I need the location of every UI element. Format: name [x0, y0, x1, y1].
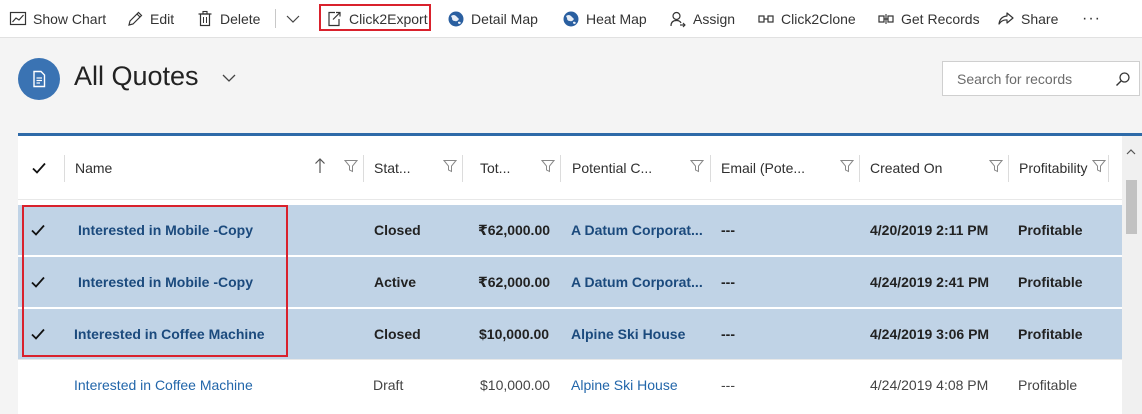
email-cell: --- — [721, 222, 735, 238]
assign-button[interactable]: Assign — [669, 0, 735, 37]
created-on-cell: 4/24/2019 2:41 PM — [870, 274, 990, 290]
quote-entity-icon — [18, 58, 60, 100]
column-header-status[interactable]: Stat... — [374, 136, 411, 199]
command-divider — [275, 9, 276, 28]
row-checkbox[interactable] — [30, 222, 46, 238]
filter-icon[interactable] — [840, 159, 854, 173]
command-bar: Show Chart Edit Delete Click2Export Deta… — [0, 0, 1142, 38]
table-row[interactable]: Interested in Mobile -Copy Closed ₹62,00… — [18, 205, 1122, 255]
click2clone-button[interactable]: Click2Clone — [757, 0, 856, 37]
column-header-potential-customer[interactable]: Potential C... — [572, 136, 652, 199]
clone-icon — [757, 10, 775, 28]
select-all-checkbox[interactable] — [31, 136, 47, 199]
chart-icon — [9, 10, 27, 28]
row-checkbox[interactable] — [30, 274, 46, 290]
share-button[interactable]: Share — [997, 0, 1058, 37]
export-icon — [325, 10, 343, 28]
records-icon — [877, 10, 895, 28]
globe-icon — [562, 10, 580, 28]
show-chart-button[interactable]: Show Chart — [9, 0, 106, 37]
email-cell: --- — [721, 326, 735, 342]
view-selector-chevron[interactable] — [221, 70, 237, 86]
row-checkbox[interactable] — [30, 326, 46, 342]
person-icon — [669, 10, 687, 28]
created-on-cell: 4/20/2019 2:11 PM — [870, 222, 989, 238]
filter-icon[interactable] — [989, 159, 1003, 173]
potential-customer-link[interactable]: Alpine Ski House — [571, 309, 685, 359]
total-cell: ₹62,000.00 — [478, 273, 551, 290]
table-row[interactable]: Interested in Coffee Machine Draft $10,0… — [18, 360, 1122, 410]
quote-name-link[interactable]: Interested in Mobile -Copy — [78, 257, 253, 307]
records-grid: Name Stat... Tot... Potential C... Email… — [18, 133, 1142, 414]
profitability-cell: Profitable — [1018, 377, 1078, 393]
table-row[interactable]: Interested in Mobile -Copy Active ₹62,00… — [18, 257, 1122, 307]
search-input[interactable] — [955, 70, 1109, 88]
filter-icon[interactable] — [443, 159, 457, 173]
pencil-icon — [126, 10, 144, 28]
checkmark-icon — [32, 162, 46, 174]
status-cell: Draft — [373, 377, 404, 393]
status-cell: Active — [374, 274, 417, 290]
share-icon — [997, 10, 1015, 28]
get-records-button[interactable]: Get Records — [877, 0, 980, 37]
filter-icon[interactable] — [344, 159, 358, 173]
scroll-up-icon[interactable] — [1124, 146, 1138, 158]
column-header-total[interactable]: Tot... — [480, 136, 510, 199]
sort-ascending-icon[interactable] — [314, 157, 326, 175]
total-cell: $10,000.00 — [480, 377, 551, 393]
potential-customer-link[interactable]: A Datum Corporat... — [571, 257, 703, 307]
page-title: All Quotes — [74, 61, 199, 91]
click2export-button[interactable]: Click2Export — [325, 0, 428, 37]
column-header-created-on[interactable]: Created On — [870, 136, 942, 199]
detail-map-button[interactable]: Detail Map — [447, 0, 538, 37]
created-on-cell: 4/24/2019 4:08 PM — [870, 377, 989, 393]
scrollbar-thumb[interactable] — [1126, 180, 1137, 234]
grid-header: Name Stat... Tot... Potential C... Email… — [18, 136, 1142, 200]
chevron-down-icon — [284, 10, 302, 28]
potential-customer-link[interactable]: Alpine Ski House — [571, 360, 678, 410]
status-cell: Closed — [374, 222, 421, 238]
filter-icon[interactable] — [1092, 159, 1106, 173]
search-box — [942, 61, 1140, 96]
quote-name-link[interactable]: Interested in Coffee Machine — [74, 360, 253, 410]
column-header-email[interactable]: Email (Pote... — [721, 136, 805, 199]
table-row[interactable]: Interested in Coffee Machine Closed $10,… — [18, 309, 1122, 359]
quote-name-link[interactable]: Interested in Coffee Machine — [74, 309, 265, 359]
heat-map-button[interactable]: Heat Map — [562, 0, 647, 37]
search-icon[interactable] — [1115, 71, 1131, 87]
profitability-cell: Profitable — [1018, 274, 1083, 290]
column-header-profitability[interactable]: Profitability — [1019, 136, 1087, 199]
created-on-cell: 4/24/2019 3:06 PM — [870, 326, 990, 342]
globe-icon — [447, 10, 465, 28]
profitability-cell: Profitable — [1018, 326, 1083, 342]
vertical-scrollbar[interactable] — [1122, 136, 1142, 414]
filter-icon[interactable] — [541, 159, 555, 173]
edit-button[interactable]: Edit — [126, 0, 174, 37]
email-cell: --- — [721, 274, 735, 290]
trash-icon — [196, 10, 214, 28]
filter-icon[interactable] — [690, 159, 704, 173]
total-cell: $10,000.00 — [479, 326, 550, 342]
overflow-chevron-button[interactable] — [284, 0, 308, 37]
status-cell: Closed — [374, 326, 421, 342]
delete-button[interactable]: Delete — [196, 0, 260, 37]
column-header-name[interactable]: Name — [75, 136, 112, 199]
more-commands-button[interactable]: ··· — [1082, 0, 1101, 37]
email-cell: --- — [721, 377, 735, 393]
profitability-cell: Profitable — [1018, 222, 1083, 238]
chevron-down-icon — [222, 74, 236, 82]
potential-customer-link[interactable]: A Datum Corporat... — [571, 205, 703, 255]
total-cell: ₹62,000.00 — [478, 221, 551, 238]
more-icon: ··· — [1082, 9, 1101, 27]
quote-name-link[interactable]: Interested in Mobile -Copy — [78, 205, 253, 255]
